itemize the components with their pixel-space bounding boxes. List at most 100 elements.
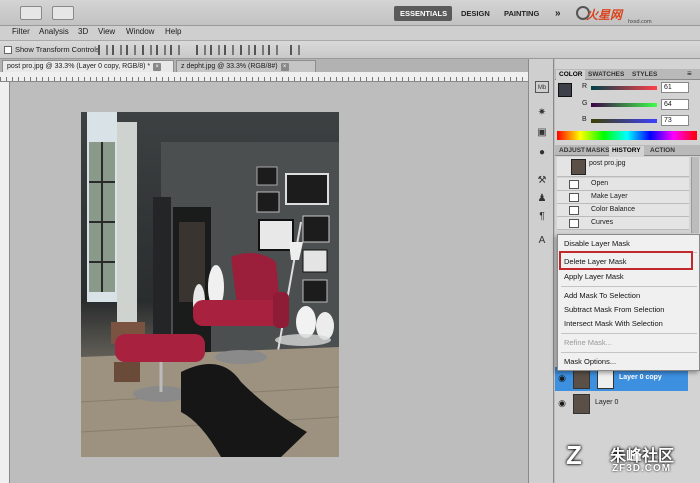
b-label: B bbox=[582, 116, 587, 123]
workspace-more-button[interactable]: » bbox=[549, 6, 567, 21]
menu-filter[interactable]: Filter bbox=[12, 27, 30, 36]
paragraph-icon[interactable]: ¶ bbox=[535, 211, 549, 223]
watermark-logo: Z bbox=[566, 440, 582, 470]
tab-z-depht-label: z depht.jpg @ 33.3% (RGB/8#) bbox=[181, 62, 278, 70]
color-panel-tabs: COLOR SWATCHES STYLES ≡ bbox=[555, 69, 700, 80]
history-item[interactable]: Make Layer bbox=[557, 191, 689, 204]
history-scrollbar[interactable] bbox=[691, 157, 699, 233]
distribute-top-icon[interactable] bbox=[196, 45, 206, 55]
tab-post-pro[interactable]: post pro.jpg @ 33.3% (Layer 0 copy, RGB/… bbox=[2, 60, 174, 72]
panel-menu-icon[interactable]: ≡ bbox=[687, 69, 692, 78]
history-step-icon bbox=[569, 193, 579, 202]
tab-color[interactable]: COLOR bbox=[556, 70, 586, 80]
info-icon[interactable]: ● bbox=[535, 147, 549, 159]
history-item[interactable]: Color Balance bbox=[557, 204, 689, 217]
tab-actions[interactable]: ACTION bbox=[647, 146, 678, 156]
watermark-top: 火星网 bbox=[586, 8, 623, 22]
menu-bar: Filter Analysis 3D View Window Help bbox=[0, 26, 700, 40]
align-hcenter-icon[interactable] bbox=[156, 45, 166, 55]
history-panel-tabs: ADJUST MASKS HISTORY ACTION bbox=[555, 145, 700, 156]
tab-z-depht[interactable]: z depht.jpg @ 33.3% (RGB/8#) × bbox=[176, 60, 316, 72]
horizontal-ruler[interactable] bbox=[0, 72, 528, 82]
tool-presets-icon[interactable]: ⚒ bbox=[535, 175, 549, 187]
g-label: G bbox=[582, 100, 588, 107]
history-item-label: Color Balance bbox=[591, 206, 635, 213]
menu-window[interactable]: Window bbox=[126, 27, 154, 36]
align-right-icon[interactable] bbox=[170, 45, 180, 55]
eye-icon[interactable]: ◉ bbox=[557, 398, 567, 408]
tab-history[interactable]: HISTORY bbox=[609, 146, 644, 156]
history-item[interactable]: Open bbox=[557, 178, 689, 191]
distribute-left-icon[interactable] bbox=[240, 45, 250, 55]
g-value-field[interactable]: 64 bbox=[661, 99, 689, 110]
layer-mask-thumbnail[interactable] bbox=[597, 369, 614, 389]
show-transform-label: Show Transform Controls bbox=[15, 45, 100, 54]
show-transform-checkbox[interactable] bbox=[4, 45, 12, 54]
r-track[interactable] bbox=[591, 86, 657, 90]
history-item-label: Curves bbox=[591, 219, 614, 226]
show-transform-controls[interactable]: Show Transform Controls bbox=[4, 45, 100, 54]
history-snapshot[interactable]: post pro.jpg bbox=[557, 157, 689, 177]
tab-swatches[interactable]: SWATCHES bbox=[585, 70, 627, 80]
menu-analysis[interactable]: Analysis bbox=[39, 27, 69, 36]
menu-mask-options[interactable]: Mask Options... bbox=[564, 357, 616, 366]
image-icon[interactable]: ▣ bbox=[535, 127, 549, 139]
slider-g: G 64 bbox=[555, 98, 700, 112]
menu-disable-layer-mask[interactable]: Disable Layer Mask bbox=[564, 239, 630, 248]
menu-refine-mask: Refine Mask... bbox=[564, 338, 612, 347]
distribute-hcenter-icon[interactable] bbox=[254, 45, 264, 55]
vertical-ruler[interactable] bbox=[0, 82, 10, 483]
align-left-icon[interactable] bbox=[142, 45, 152, 55]
layer-thumbnail bbox=[573, 369, 590, 389]
history-step-icon bbox=[569, 180, 579, 189]
r-label: R bbox=[582, 83, 588, 90]
align-vcenter-icon[interactable] bbox=[112, 45, 122, 55]
menu-intersect-mask-with-selection[interactable]: Intersect Mask With Selection bbox=[564, 319, 663, 328]
distribute-right-icon[interactable] bbox=[268, 45, 278, 55]
menu-separator bbox=[561, 333, 697, 334]
slider-r: R 61 bbox=[555, 81, 700, 95]
tab-post-pro-label: post pro.jpg @ 33.3% (Layer 0 copy, RGB/… bbox=[7, 62, 151, 70]
watermark-bottom-sub: ZF3D.COM bbox=[612, 463, 672, 474]
b-value-field[interactable]: 73 bbox=[661, 115, 689, 126]
workspace-painting-button[interactable]: PAINTING bbox=[498, 6, 545, 21]
close-icon[interactable]: × bbox=[280, 62, 289, 71]
tab-styles[interactable]: STYLES bbox=[629, 70, 660, 80]
history-item-label: Open bbox=[591, 180, 609, 187]
interior-render bbox=[81, 112, 339, 457]
options-bar: Show Transform Controls bbox=[0, 40, 700, 59]
close-icon[interactable]: × bbox=[153, 62, 162, 71]
history-item-label: Make Layer bbox=[591, 193, 628, 200]
character-icon[interactable]: A bbox=[535, 235, 549, 247]
screen-mode-icon[interactable] bbox=[52, 6, 74, 20]
workspace-design-button[interactable]: DESIGN bbox=[455, 6, 496, 21]
align-bottom-icon[interactable] bbox=[126, 45, 136, 55]
clone-source-icon[interactable]: ♟ bbox=[535, 193, 549, 205]
b-track[interactable] bbox=[591, 119, 657, 123]
brush-presets-icon[interactable]: ✷ bbox=[535, 107, 549, 119]
highlight-box bbox=[559, 251, 693, 270]
color-spectrum-bar[interactable] bbox=[557, 131, 697, 140]
menu-3d[interactable]: 3D bbox=[78, 27, 88, 36]
snapshot-label: post pro.jpg bbox=[589, 160, 626, 167]
r-value-field[interactable]: 61 bbox=[661, 82, 689, 93]
eye-icon[interactable]: ◉ bbox=[557, 373, 567, 383]
workspace-essentials-button[interactable]: ESSENTIALS bbox=[394, 6, 452, 21]
history-item[interactable]: Curves bbox=[557, 217, 689, 230]
menu-subtract-mask-from-selection[interactable]: Subtract Mask From Selection bbox=[564, 305, 664, 314]
distribute-vcenter-icon[interactable] bbox=[210, 45, 220, 55]
menu-add-mask-to-selection[interactable]: Add Mask To Selection bbox=[564, 291, 640, 300]
mini-bridge-icon[interactable]: Mb bbox=[535, 81, 549, 93]
menu-view[interactable]: View bbox=[98, 27, 115, 36]
auto-align-icon[interactable] bbox=[290, 45, 300, 55]
distribute-bottom-icon[interactable] bbox=[224, 45, 234, 55]
slider-b: B 73 bbox=[555, 114, 700, 128]
layer-row-layer-0[interactable]: ◉ Layer 0 bbox=[555, 392, 688, 416]
align-top-icon[interactable] bbox=[98, 45, 108, 55]
history-step-icon bbox=[569, 219, 579, 228]
g-track[interactable] bbox=[591, 103, 657, 107]
arrange-documents-icon[interactable] bbox=[20, 6, 42, 20]
menu-apply-layer-mask[interactable]: Apply Layer Mask bbox=[564, 272, 624, 281]
menu-help[interactable]: Help bbox=[165, 27, 181, 36]
document-image[interactable] bbox=[81, 112, 339, 457]
